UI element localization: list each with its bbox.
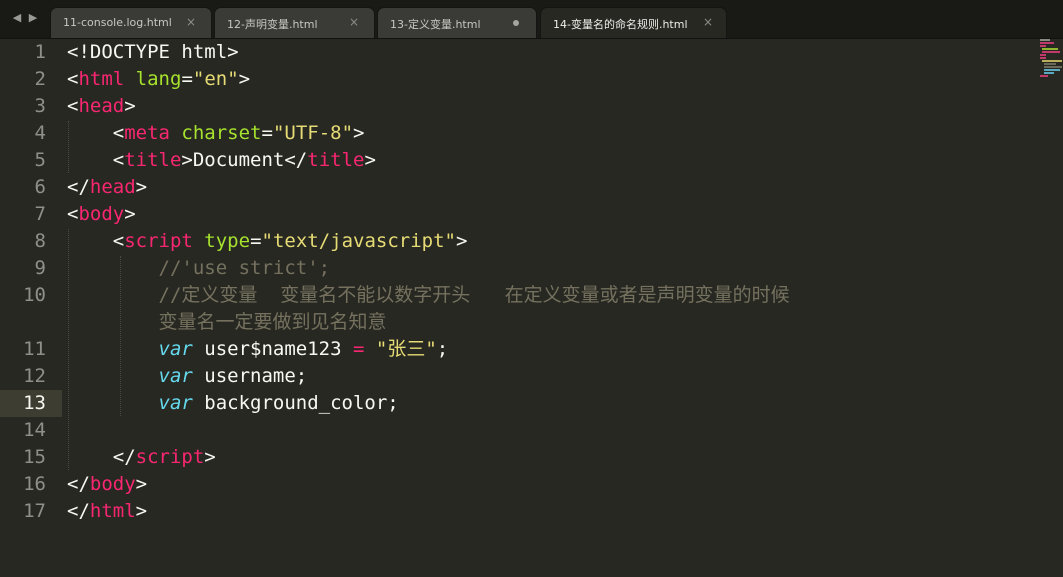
line-number: 15 — [23, 446, 46, 468]
close-icon[interactable]: × — [703, 15, 713, 29]
tab-12-declare-variable[interactable]: 12-声明变量.html × — [214, 7, 375, 38]
line-number: 5 — [34, 149, 46, 171]
line-number-current: 13 — [23, 392, 46, 414]
code-editor[interactable]: 1 2 3 4 5 6 7 8 9 10 11 12 13 14 15 16 1… — [0, 39, 1063, 577]
line-number: 10 — [23, 284, 46, 306]
tab-label: 11-console.log.html — [63, 16, 172, 29]
code-line-11: var user$name123 = "张三"; — [158, 338, 449, 360]
line-number: 1 — [34, 41, 46, 63]
forward-arrow-icon[interactable]: ▶ — [27, 12, 39, 24]
code-line-5: <title>Document</title> — [67, 149, 376, 171]
line-number: 12 — [23, 365, 46, 387]
code-line-1: <!DOCTYPE html> — [67, 41, 239, 63]
line-number: 2 — [34, 68, 46, 90]
tab-13-define-variable[interactable]: 13-定义变量.html — [377, 7, 537, 38]
code-line-15: </script> — [67, 446, 216, 468]
line-number: 8 — [34, 230, 46, 252]
code-line-2: <html lang="en"> — [67, 68, 251, 90]
line-number: 7 — [34, 203, 46, 225]
code-line-17: </html> — [67, 500, 148, 522]
line-number: 6 — [34, 176, 46, 198]
code-line-10-wrapped: 变量名一定要做到见名知意 — [158, 311, 387, 333]
code-line-9: //'use strict'; — [158, 257, 331, 279]
line-number: 14 — [23, 419, 46, 441]
tab-11-console-log[interactable]: 11-console.log.html × — [50, 7, 212, 38]
tab-label: 14-变量名的命名规则.html — [553, 18, 688, 31]
tab-label: 13-定义变量.html — [390, 18, 481, 31]
code-line-10: //定义变量 变量名不能以数字开头 在定义变量或者是声明变量的时候 — [158, 284, 790, 306]
unsaved-dot-icon[interactable] — [513, 20, 519, 26]
line-number: 11 — [23, 338, 46, 360]
line-number: 16 — [23, 473, 46, 495]
line-number: 4 — [34, 122, 46, 144]
close-icon[interactable]: × — [186, 15, 196, 29]
code-line-3: <head> — [67, 95, 136, 117]
tab-bar: ◀ ▶ 11-console.log.html × 12-声明变量.html ×… — [0, 0, 1063, 39]
code-line-6: </head> — [67, 176, 148, 198]
minimap[interactable] — [1036, 39, 1063, 79]
code-line-13: var background_color; — [158, 392, 399, 414]
code-line-8: <script type="text/javascript"> — [67, 230, 468, 252]
code-line-12: var username; — [158, 365, 308, 387]
back-arrow-icon[interactable]: ◀ — [11, 12, 23, 24]
line-number: 17 — [23, 500, 46, 522]
line-number-gutter: 1 2 3 4 5 6 7 8 9 10 11 12 13 14 15 16 1… — [0, 39, 62, 577]
tab-14-variable-naming-rules[interactable]: 14-变量名的命名规则.html × — [540, 7, 727, 38]
line-number: 9 — [34, 257, 46, 279]
code-line-4: <meta charset="UTF-8"> — [67, 122, 365, 144]
code-line-7: <body> — [67, 203, 136, 225]
line-number: 3 — [34, 95, 46, 117]
tab-label: 12-声明变量.html — [227, 18, 318, 31]
code-line-16: </body> — [67, 473, 148, 495]
close-icon[interactable]: × — [349, 15, 359, 29]
